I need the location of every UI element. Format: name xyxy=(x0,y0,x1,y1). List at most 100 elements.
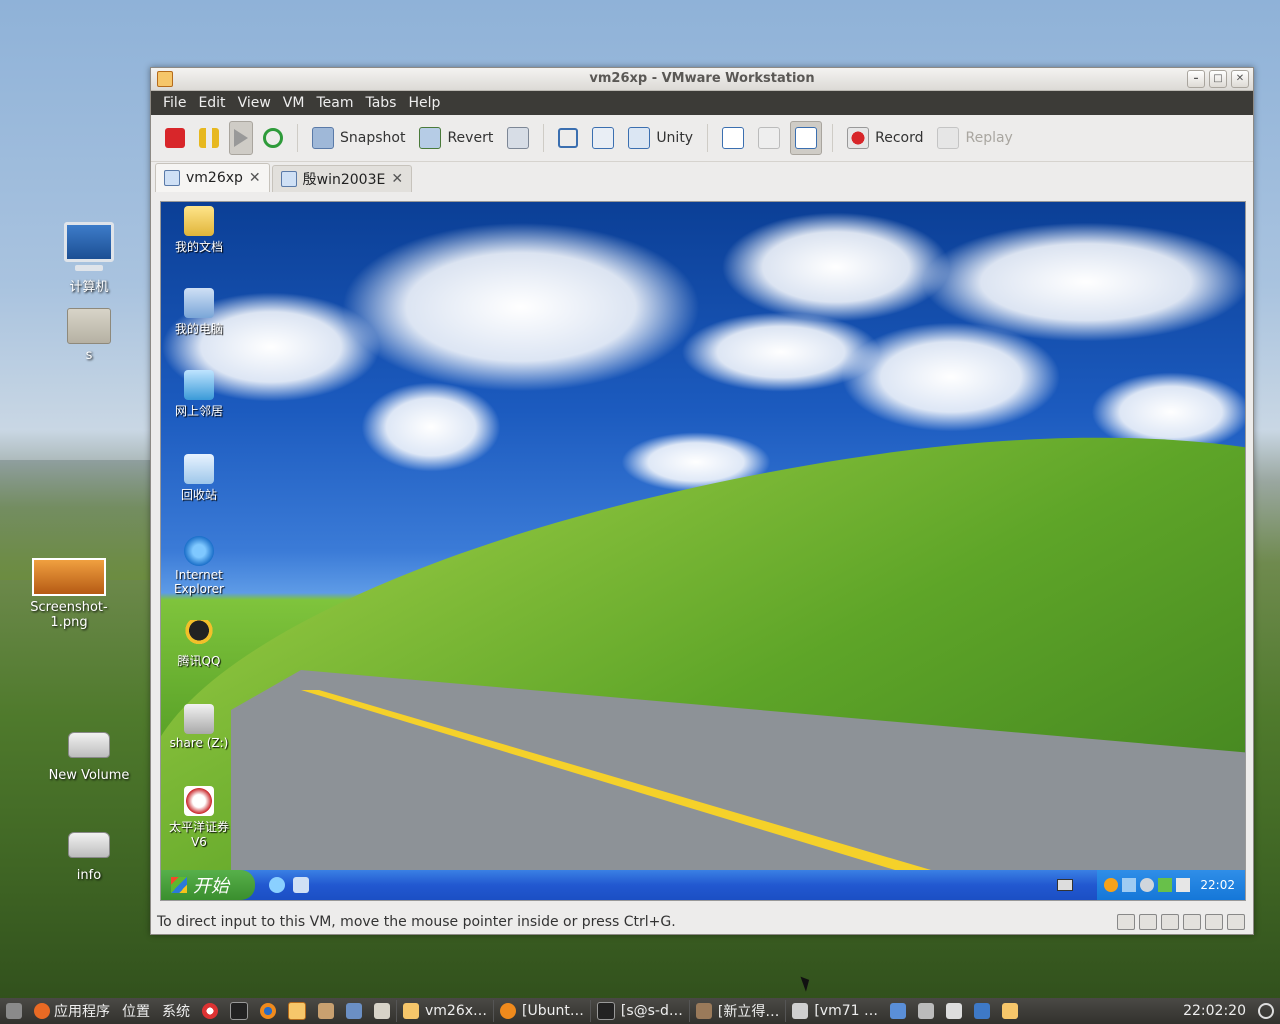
revert-label: Revert xyxy=(447,130,494,146)
tray-workspace[interactable] xyxy=(968,1003,996,1019)
desktop-icon-info[interactable]: info xyxy=(34,832,144,883)
firefox-launcher[interactable] xyxy=(254,1003,282,1019)
network-adapter-icon[interactable] xyxy=(1183,914,1201,930)
console-view-button[interactable] xyxy=(754,122,784,154)
reset-button[interactable] xyxy=(259,122,287,154)
tray-network[interactable] xyxy=(884,1003,912,1019)
hard-disk-icon[interactable] xyxy=(1117,914,1135,930)
tray-icon[interactable] xyxy=(1158,878,1173,892)
menu-edit[interactable]: Edit xyxy=(192,95,231,111)
desktop-icon-folder-s[interactable]: s xyxy=(34,308,144,363)
cloud xyxy=(721,212,951,322)
xp-system-tray: 22:02 xyxy=(1097,870,1245,900)
guest-icon-share-drive[interactable]: share (Z:) xyxy=(167,704,231,750)
tray-vmware[interactable] xyxy=(996,1003,1024,1019)
quick-switch-button[interactable] xyxy=(588,122,618,154)
toolbar-separator xyxy=(707,124,709,152)
record-button[interactable]: Record xyxy=(843,122,927,154)
desktop-icon-computer[interactable]: 计算机 xyxy=(34,222,144,295)
tab-label: 殷win2003E xyxy=(302,172,386,188)
tray-display[interactable] xyxy=(940,1003,968,1019)
snapshot-button[interactable]: Snapshot xyxy=(308,122,409,154)
shutdown-button[interactable] xyxy=(1252,1003,1280,1019)
snapshot-manager-button[interactable] xyxy=(503,122,533,154)
usb-icon[interactable] xyxy=(1205,914,1223,930)
desktop-icon-label: Screenshot-1.png xyxy=(30,600,108,630)
task-vm71[interactable]: [vm71 … xyxy=(785,1000,884,1022)
task-ubuntu[interactable]: [Ubunt… xyxy=(493,1000,590,1022)
full-screen-button[interactable] xyxy=(554,122,582,154)
files-launcher[interactable] xyxy=(368,1003,396,1019)
places-menu[interactable]: 位置 xyxy=(116,1001,156,1021)
menu-view[interactable]: View xyxy=(232,95,277,111)
menu-vm[interactable]: VM xyxy=(277,95,311,111)
show-sidebar-button[interactable] xyxy=(718,122,748,154)
vmware-tools-tray-icon[interactable] xyxy=(1176,878,1191,892)
close-tab-icon[interactable]: ✕ xyxy=(249,170,261,186)
toolbar: Snapshot Revert Unity Record Replay xyxy=(151,115,1253,162)
desktop-icon-screenshot[interactable]: Screenshot-1.png xyxy=(14,558,124,630)
package-launcher[interactable] xyxy=(312,1003,340,1019)
guest-screen[interactable]: 我的文档 我的电脑 网上邻居 回收站 Internet Explorer 腾讯Q… xyxy=(160,201,1246,901)
guest-icon-securities[interactable]: 太平洋证券V6 xyxy=(167,786,231,849)
help-launcher[interactable] xyxy=(196,1003,224,1019)
replay-label: Replay xyxy=(965,130,1013,146)
unity-button[interactable]: Unity xyxy=(624,122,697,154)
printer-icon[interactable] xyxy=(1161,914,1179,930)
package-icon xyxy=(318,1003,334,1019)
message-log-icon[interactable] xyxy=(1227,914,1245,930)
ie-icon xyxy=(184,536,214,566)
desktop-quicklaunch-icon[interactable] xyxy=(293,877,309,893)
network-drive-icon xyxy=(184,704,214,734)
keyboard-icon[interactable] xyxy=(1057,879,1073,891)
xp-start-button[interactable]: 开始 xyxy=(161,870,255,900)
tray-printer[interactable] xyxy=(912,1003,940,1019)
volume-tray-icon[interactable] xyxy=(1140,878,1155,892)
menu-file[interactable]: File xyxy=(157,95,192,111)
show-desktop-button[interactable] xyxy=(0,1003,28,1019)
menu-tabs[interactable]: Tabs xyxy=(359,95,402,111)
terminal-launcher[interactable] xyxy=(224,1002,254,1020)
applications-menu[interactable]: 应用程序 xyxy=(28,1001,116,1021)
window-titlebar[interactable]: vm26xp - VMware Workstation – □ ✕ xyxy=(151,68,1253,91)
guest-icon-my-documents[interactable]: 我的文档 xyxy=(167,206,231,255)
computer-icon xyxy=(346,1003,362,1019)
tab-vm26xp[interactable]: vm26xp ✕ xyxy=(155,163,270,192)
tab-win2003e[interactable]: 殷win2003E ✕ xyxy=(271,165,413,192)
menu-team[interactable]: Team xyxy=(310,95,359,111)
panel-clock[interactable]: 22:02:20 xyxy=(1177,1003,1252,1019)
computer-launcher[interactable] xyxy=(340,1003,368,1019)
terminal-icon xyxy=(230,1002,248,1020)
suspend-button[interactable] xyxy=(195,122,223,154)
vmware-launcher[interactable] xyxy=(282,1002,312,1020)
task-terminal[interactable]: [s@s-d… xyxy=(589,1000,689,1022)
replay-button[interactable]: Replay xyxy=(933,122,1016,154)
cd-rom-icon[interactable] xyxy=(1139,914,1157,930)
refresh-icon xyxy=(263,128,283,148)
guest-icon-label: share (Z:) xyxy=(169,736,229,750)
task-synaptic[interactable]: [新立得… xyxy=(688,1000,785,1022)
menu-help[interactable]: Help xyxy=(402,95,446,111)
task-vm26xp[interactable]: vm26x… xyxy=(396,1000,493,1022)
guest-icon-network[interactable]: 网上邻居 xyxy=(167,370,231,419)
minimize-button[interactable]: – xyxy=(1187,70,1205,88)
close-tab-icon[interactable]: ✕ xyxy=(391,171,403,187)
guest-icon-internet-explorer[interactable]: Internet Explorer xyxy=(167,536,231,596)
show-tabs-button[interactable] xyxy=(790,121,823,155)
guest-icon-recycle-bin[interactable]: 回收站 xyxy=(167,454,231,503)
maximize-button[interactable]: □ xyxy=(1209,70,1227,88)
revert-icon xyxy=(419,127,442,149)
power-off-button[interactable] xyxy=(161,122,189,154)
power-on-button[interactable] xyxy=(229,121,253,155)
system-menu[interactable]: 系统 xyxy=(156,1001,196,1021)
start-label: 开始 xyxy=(193,876,229,897)
guest-icon-qq[interactable]: 腾讯QQ xyxy=(167,620,231,669)
guest-icon-my-computer[interactable]: 我的电脑 xyxy=(167,288,231,337)
tray-icon[interactable] xyxy=(1104,878,1119,892)
ie-quicklaunch-icon[interactable] xyxy=(269,877,285,893)
revert-button[interactable]: Revert xyxy=(415,122,497,154)
desktop-icon-new-volume[interactable]: New Volume xyxy=(34,732,144,783)
close-button[interactable]: ✕ xyxy=(1231,70,1249,88)
network-tray-icon[interactable] xyxy=(1122,878,1137,892)
lifebuoy-icon xyxy=(202,1003,218,1019)
